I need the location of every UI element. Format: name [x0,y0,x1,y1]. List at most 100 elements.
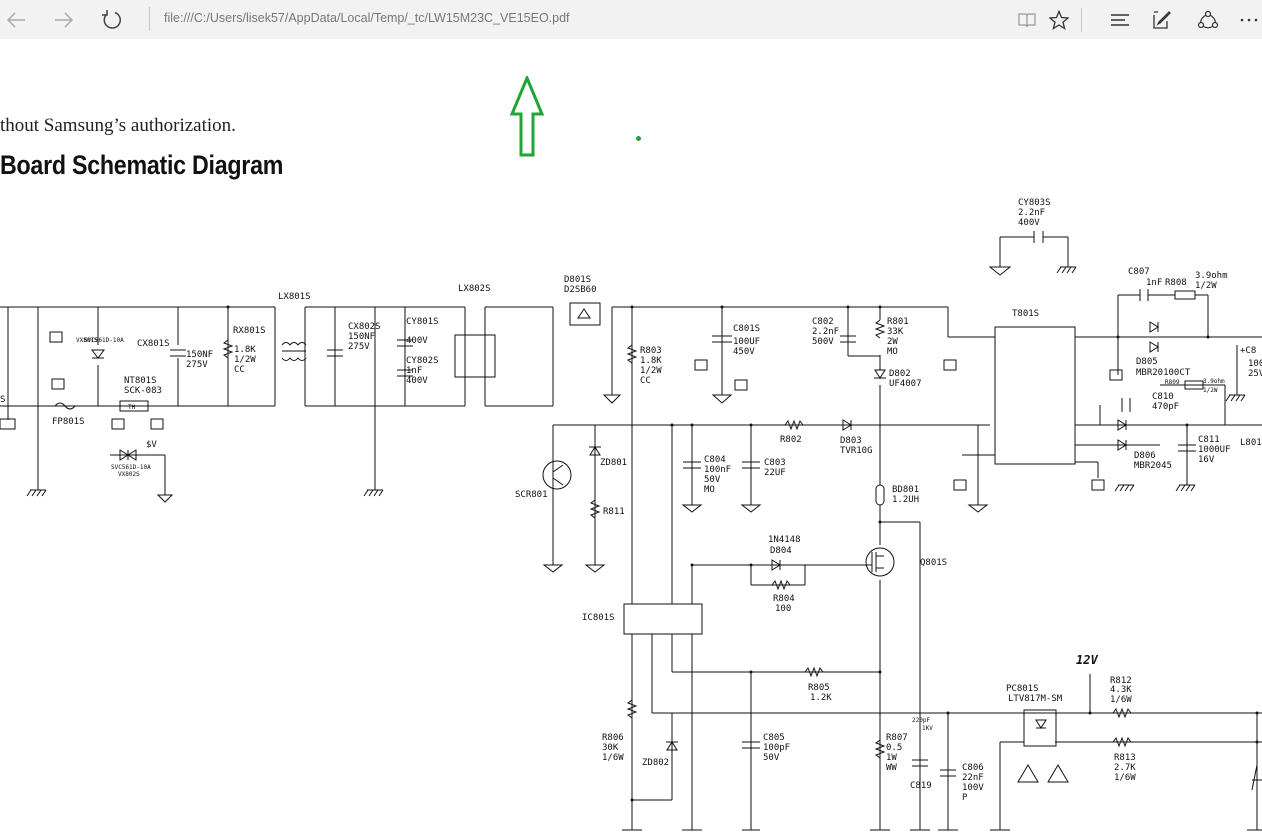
label: 2.7K [1114,763,1136,773]
label: Q801S [920,558,947,568]
label: CY801S [406,317,439,327]
authorization-text: thout Samsung’s authorization. [0,115,236,136]
back-icon [6,11,25,28]
hub-button[interactable] [1107,0,1133,39]
label: 1/2W [1203,387,1218,394]
label: RX801S [233,326,266,336]
label: C811 [1198,435,1220,445]
label: C801S [733,324,760,334]
label: 1/2W [1195,281,1217,291]
label: 1.2UH [892,495,919,505]
label: 1/2W [640,366,662,376]
label: SCR801 [515,490,548,500]
label: CX802S [348,322,381,332]
refresh-button[interactable] [98,0,126,39]
label: 1N4148 [768,535,801,545]
label: SCK-083 [124,386,162,396]
label: MBR20100CT [1136,368,1191,378]
label: 1/6W [1110,695,1132,705]
label: C805 [763,733,785,743]
back-button[interactable] [2,0,30,39]
label: 50V [763,753,780,763]
reading-view-button[interactable] [1014,0,1040,39]
pdf-page: LX801S LX802S D801S D2SB60 CY803S 2.2nF … [0,39,1262,835]
label: WW [886,763,897,773]
label: 500V [812,337,834,347]
label: FP801S [52,417,85,427]
label: 3.9ohm [1203,378,1225,385]
label: L801 [1240,438,1262,448]
label: C803 [764,458,786,468]
label: UF4007 [889,379,922,389]
label: ZD802 [642,758,669,768]
favorite-star-icon [1049,9,1069,30]
web-note-icon [1153,10,1171,29]
label: R806 [602,733,624,743]
label: 100 [775,604,791,614]
label: R807 [886,733,908,743]
label: SVC561D-10A [111,464,151,471]
more-icon [1240,18,1258,21]
label: 450V [733,347,755,357]
hub-icon [1111,13,1129,26]
label: D2SB60 [564,285,597,295]
label: D801S [564,275,591,285]
annotation-dot [636,136,641,141]
address-separator [149,7,150,31]
label: LX801S [278,292,311,302]
label: C807 [1128,267,1150,277]
label: D803 [840,436,862,446]
label: C819 [910,781,932,791]
label: 100 [1248,359,1262,369]
label: 2.2nF [1018,208,1045,218]
label: LX802S [458,284,491,294]
forward-button[interactable] [50,0,78,39]
label: 1nF [406,366,422,376]
label: TH [128,404,136,411]
label: 1.8K [640,356,662,366]
label: 100nF [704,465,731,475]
label: 30K [602,743,619,753]
label: 100V [962,783,984,793]
label: R809 [1165,379,1180,386]
share-icon [1197,10,1219,28]
favorite-button[interactable] [1046,0,1072,39]
label: 100UF [733,337,760,347]
label: 12V [1076,653,1098,667]
label: 400V [406,336,428,346]
label: 1/6W [602,753,624,763]
label: SVC561D-10A [84,337,124,344]
web-note-button[interactable] [1149,0,1175,39]
label: C802 [812,317,834,327]
label: R811 [603,507,625,517]
label: T801S [1012,309,1039,319]
label: CX801S [137,339,170,349]
label: 220pF [912,717,930,724]
label: D804 [770,546,792,556]
label: CC [640,376,651,386]
label: C810 [1152,392,1174,402]
page-heading: Board Schematic Diagram [0,150,284,180]
refresh-icon [102,9,122,29]
label: MO [887,347,898,357]
label: TVR10G [840,446,873,456]
address-bar[interactable]: file:///C:/Users/lisek57/AppData/Local/T… [164,0,570,39]
label: VX802S [118,471,140,478]
more-button[interactable] [1238,0,1260,39]
schematic-labels: LX801S LX802S D801S D2SB60 CY803S 2.2nF … [0,198,1262,803]
label: BD801 [892,485,919,495]
label: 400V [1018,218,1040,228]
label: 150NF [186,350,213,360]
label: R803 [640,346,662,356]
label: R801 [887,317,909,327]
label: P [962,793,968,803]
label: $V [146,440,157,450]
label: 1KV [922,725,933,732]
label: ZD801 [600,458,627,468]
label: 0.5 [886,743,902,753]
label: 275V [348,342,370,352]
label: 22UF [764,468,786,478]
label: 1/2W [234,355,256,365]
share-button[interactable] [1195,0,1221,39]
label: 22nF [962,773,984,783]
